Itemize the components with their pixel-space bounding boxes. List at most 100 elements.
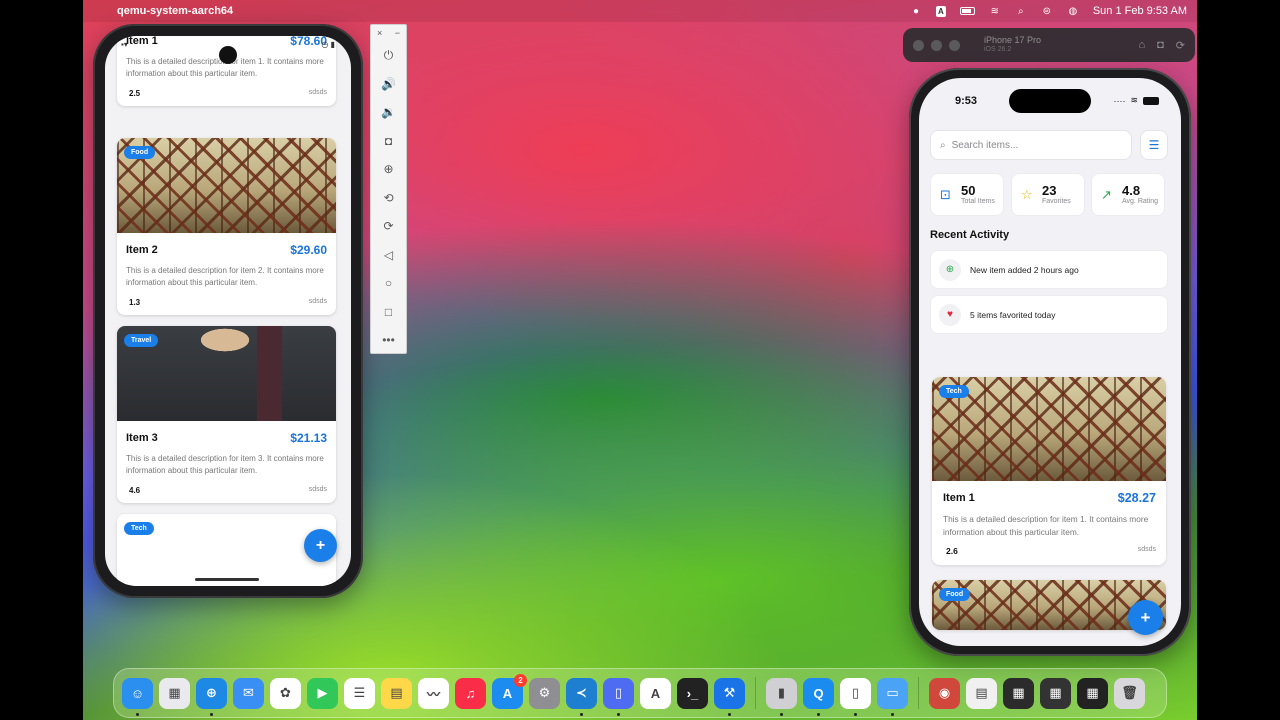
rotate-right-icon[interactable]: ⟳ [371,212,406,241]
item-price: $29.60 [290,243,327,257]
os-version: iOS 26.2 [984,46,1012,53]
system-settings-icon: ⚙ [538,685,551,700]
item-rating: 4.6 [129,486,141,495]
power-icon[interactable]: ⏻ [371,41,406,70]
section-title: Recent Activity [930,229,1010,241]
item-title: Item 3 [126,432,158,444]
activity-item[interactable]: ♥ 5 items favorited today [930,295,1168,334]
iphone-screen[interactable]: 9:53 ···· ≋ ⌕ ☰ ⊡ 50 Total Items [919,78,1181,646]
minimize-window-button[interactable] [931,39,942,51]
volume-down-icon[interactable]: 🔉 [371,98,406,127]
dock-app-launchpad[interactable]: ▦ [159,677,190,709]
add-item-button[interactable]: + [304,529,337,562]
item-image: Food [117,138,336,233]
dock-app-trash[interactable]: 🗑 [1114,677,1145,709]
dock-app-music[interactable]: ♫ [455,677,486,709]
device-name: iPhone 17 Pro [984,35,1042,45]
dock-app-mail[interactable]: ✉ [233,677,264,709]
item-card[interactable]: Food Item 2 $29.60 This is a detailed de… [117,138,336,315]
close-icon[interactable]: × [377,28,382,38]
letterbox-left [0,0,83,720]
activity-text: New item added 2 hours ago [970,264,1079,275]
zoom-icon[interactable]: ⊕ [371,155,406,184]
qemu-icon: Q [813,685,824,701]
stat-card-avg-rating[interactable]: ↗ 4.8 Avg. Rating [1091,173,1165,216]
dock-app-qemu[interactable]: Q [803,677,834,716]
dock-app-instruments[interactable]: A [640,677,671,709]
zoom-window-button[interactable] [949,39,960,51]
dock-app-document[interactable]: ▤ [966,677,997,709]
record-icon[interactable]: ● [910,6,922,17]
stat-card-total-items[interactable]: ⊡ 50 Total Items [930,173,1004,216]
rotate-left-icon[interactable]: ⟲ [371,184,406,213]
search-bar[interactable]: ⌕ [930,130,1132,160]
stat-card-favorites[interactable]: ☆ 23 Favorites [1011,173,1085,216]
battery-icon[interactable] [959,7,975,15]
dock-app-simulator[interactable]: ▯ [603,677,634,716]
home-icon[interactable]: ○ [371,269,406,298]
dock-app-reminders[interactable]: ☰ [344,677,375,709]
item-card[interactable]: Tech [117,514,336,586]
dock-separator [755,677,756,709]
gesture-bar[interactable] [195,578,259,581]
dock-app-system-settings[interactable]: ⚙ [529,677,560,709]
minimize-icon[interactable]: − [395,28,400,38]
dock-separator [918,677,919,709]
running-indicator [210,712,213,716]
dock-app-screen-sharing[interactable]: ▭ [877,677,908,716]
dock-app-android-emulator[interactable]: ▯ [840,677,871,716]
item-card[interactable]: Tech Item 1 $28.27 This is a detailed de… [932,377,1166,565]
item-card[interactable]: Travel Item 3 $21.13 This is a detailed … [117,326,336,503]
siri-icon[interactable]: ◍ [1067,6,1079,17]
home-icon[interactable]: ⌂ [1138,39,1145,52]
dock-app-freeform[interactable]: 〰 [418,677,449,709]
back-icon[interactable]: ◁ [371,241,406,270]
camera-icon[interactable]: ◘ [371,127,406,156]
control-center-icon[interactable]: ⊜ [1041,6,1053,17]
dock-app-terminal[interactable]: ›_ [677,677,708,709]
rotate-icon[interactable]: ⟳ [1176,39,1185,52]
close-window-button[interactable] [913,39,924,51]
dock-app-photo[interactable]: ◉ [929,677,960,709]
iphone-simulator-device: 9:53 ···· ≋ ⌕ ☰ ⊡ 50 Total Items [909,68,1191,656]
filter-button[interactable]: ☰ [1140,130,1168,160]
dock-app-app-store[interactable]: A2 [492,673,527,709]
search-icon: ⌕ [940,139,946,151]
more-icon[interactable]: ••• [371,326,406,355]
android-emulator-icon: ▯ [851,685,860,700]
menu-clock[interactable]: Sun 1 Feb 9:53 AM [1093,5,1187,17]
status-time: 9:53 [955,95,978,107]
search-input[interactable] [951,139,1112,151]
stat-value: 4.8 [1122,183,1141,198]
dock-app-safari[interactable]: ⊕ [196,677,227,716]
running-indicator [728,712,731,716]
dock-app-finder[interactable]: ☺ [122,677,153,716]
spotlight-search-icon[interactable]: ⌕ [1015,6,1027,17]
simulator-title-bar[interactable]: iPhone 17 Pro iOS 26.2 ⌂ ◘ ⟳ [903,28,1195,62]
dock-app-visual-studio-code[interactable]: ≺ [566,677,597,716]
category-tag: Travel [124,334,159,347]
android-screen[interactable]: ▪▾ ◷ ▮ Item 1 $78.60 This is a detailed … [105,36,351,586]
screenshot-icon[interactable]: ◘ [1157,39,1164,52]
volume-up-icon[interactable]: 🔊 [371,70,406,99]
add-item-button[interactable]: + [1128,600,1163,635]
dock-app-notes[interactable]: ▤ [381,677,412,709]
activity-item[interactable]: ⊕ New item added 2 hours ago [930,250,1168,289]
dock-app-facetime[interactable]: ▶ [307,677,338,709]
dock-app-xcode[interactable]: ⚒ [714,677,745,716]
dock-app-photos[interactable]: ✿ [270,677,301,709]
plus-circle-icon: ⊕ [939,258,961,281]
dock-app-window-3[interactable]: ▦ [1077,677,1108,709]
item-description: This is a detailed description for item … [126,454,324,475]
stat-label: Favorites [1042,198,1071,205]
dock-app-window-1[interactable]: ▦ [1003,677,1034,709]
activity-text: 5 items favorited today [970,309,1056,320]
wifi-icon[interactable]: ≋ [989,6,1001,17]
overview-icon[interactable]: □ [371,298,406,327]
dock-app-device-manager[interactable]: ▮ [766,677,797,716]
android-emulator-device: ▪▾ ◷ ▮ Item 1 $78.60 This is a detailed … [93,24,363,598]
dock-app-window-2[interactable]: ▦ [1040,677,1071,709]
active-app-name[interactable]: qemu-system-aarch64 [117,5,233,17]
signal-icon: ···· [1113,95,1126,106]
input-source-icon[interactable]: A [936,5,946,17]
